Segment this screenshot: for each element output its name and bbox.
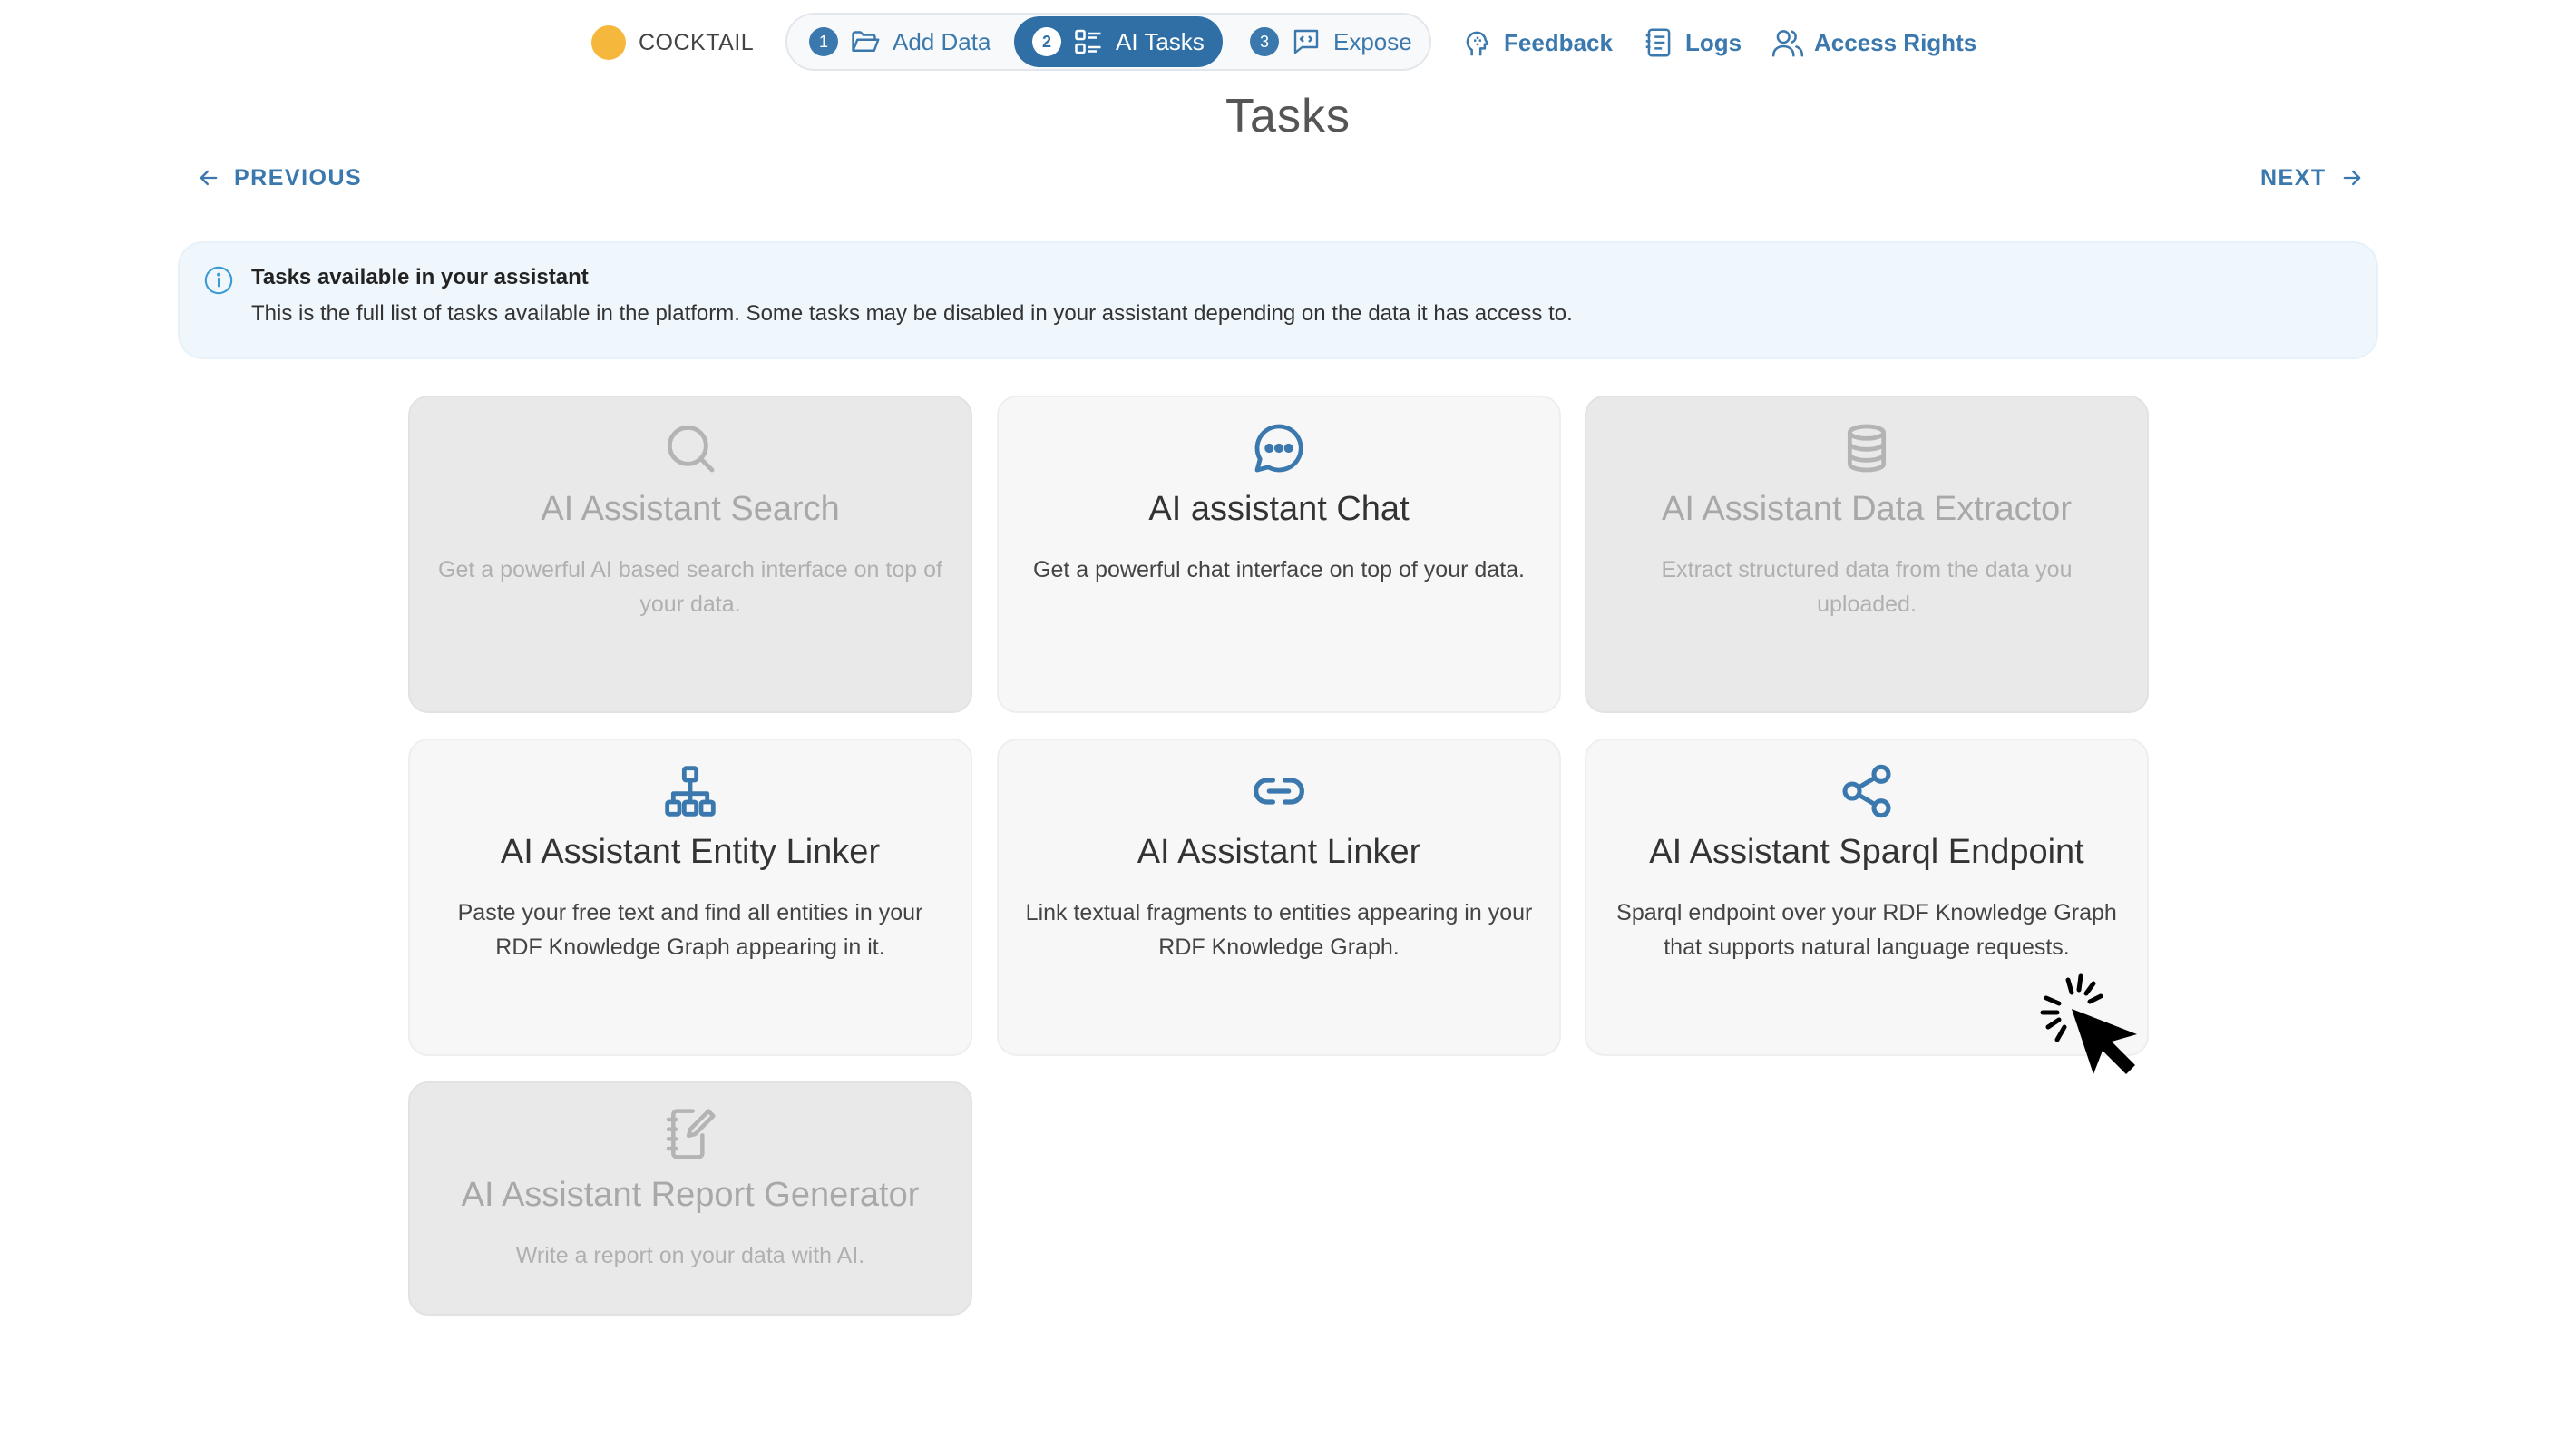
search-icon [661, 419, 719, 477]
top-navigation: COCKTAIL 1 Add Data 2 AI Tasks 3 Expose [0, 13, 2576, 73]
task-card-entity-linker[interactable]: AI Assistant Entity Linker Paste your fr… [408, 739, 972, 1056]
info-title: Tasks available in your assistant [251, 265, 589, 289]
arrow-right-icon [2339, 165, 2365, 191]
code-message-icon [1290, 25, 1322, 58]
step-number: 2 [1032, 27, 1061, 56]
share-icon [1838, 762, 1896, 820]
users-icon [1771, 25, 1805, 60]
next-label: NEXT [2260, 164, 2327, 191]
nav-feedback-link[interactable]: Feedback [1460, 24, 1613, 62]
page-title: Tasks [1225, 90, 1351, 142]
task-card-linker[interactable]: AI Assistant Linker Link textual fragmen… [997, 739, 1561, 1056]
step-ai-tasks[interactable]: 2 AI Tasks [1014, 16, 1223, 67]
task-card-data-extractor[interactable]: AI Assistant Data Extractor Extract stru… [1585, 396, 2149, 713]
task-description: Paste your free text and find all entiti… [457, 900, 923, 960]
previous-button[interactable]: PREVIOUS [196, 160, 362, 196]
step-number: 3 [1250, 27, 1279, 56]
report-edit-icon [661, 1105, 719, 1163]
task-description: Get a powerful AI based search interface… [438, 557, 942, 617]
task-title: AI Assistant Report Generator [461, 1176, 920, 1214]
task-title: AI Assistant Data Extractor [1662, 490, 2072, 528]
logs-icon [1642, 25, 1676, 60]
brand-name: COCKTAIL [639, 29, 755, 55]
brand[interactable]: COCKTAIL [591, 25, 754, 60]
task-description: Extract structured data from the data yo… [1661, 557, 2073, 617]
info-icon [203, 265, 234, 296]
step-label: Add Data [893, 27, 991, 55]
hierarchy-icon [661, 762, 719, 820]
task-card-chat[interactable]: AI assistant Chat Get a powerful chat in… [997, 396, 1561, 713]
step-add-data[interactable]: 1 Add Data [809, 15, 990, 69]
nav-access-rights-link[interactable]: Access Rights [1771, 24, 1976, 62]
workflow-stepper: 1 Add Data 2 AI Tasks 3 Expose [785, 13, 1431, 71]
task-description: Get a powerful chat interface on top of … [1033, 557, 1525, 582]
task-title: AI Assistant Search [541, 490, 840, 528]
step-expose[interactable]: 3 Expose [1250, 15, 1412, 69]
task-description: Link textual fragments to entities appea… [1025, 900, 1533, 960]
task-title: AI assistant Chat [1148, 490, 1410, 528]
brand-logo-dot [591, 25, 626, 60]
step-label: Expose [1333, 27, 1412, 55]
nav-label: Feedback [1504, 28, 1613, 56]
nav-label: Logs [1685, 28, 1742, 56]
step-label: AI Tasks [1116, 27, 1205, 55]
link-icon [1250, 762, 1308, 820]
task-title: AI Assistant Sparql Endpoint [1649, 833, 2084, 871]
arrow-left-icon [196, 165, 221, 191]
info-text: This is the full list of tasks available… [251, 301, 1573, 326]
previous-label: PREVIOUS [234, 164, 363, 191]
folder-open-icon [849, 25, 882, 58]
database-icon [1838, 419, 1896, 477]
task-list-icon [1072, 25, 1105, 58]
info-banner: Tasks available in your assistant This i… [178, 241, 2378, 359]
task-title: AI Assistant Entity Linker [500, 833, 881, 871]
task-card-report-generator[interactable]: AI Assistant Report Generator Write a re… [408, 1081, 972, 1316]
click-cursor-icon [2039, 967, 2155, 1083]
chat-icon [1250, 419, 1308, 477]
task-title: AI Assistant Linker [1137, 833, 1421, 871]
task-card-search[interactable]: AI Assistant Search Get a powerful AI ba… [408, 396, 972, 713]
feedback-head-icon [1460, 25, 1495, 60]
next-button[interactable]: NEXT [2260, 160, 2365, 196]
step-number: 1 [809, 27, 838, 56]
nav-logs-link[interactable]: Logs [1642, 24, 1742, 62]
task-description: Sparql endpoint over your RDF Knowledge … [1616, 900, 2117, 960]
task-description: Write a report on your data with AI. [515, 1243, 865, 1268]
nav-label: Access Rights [1814, 28, 1977, 56]
